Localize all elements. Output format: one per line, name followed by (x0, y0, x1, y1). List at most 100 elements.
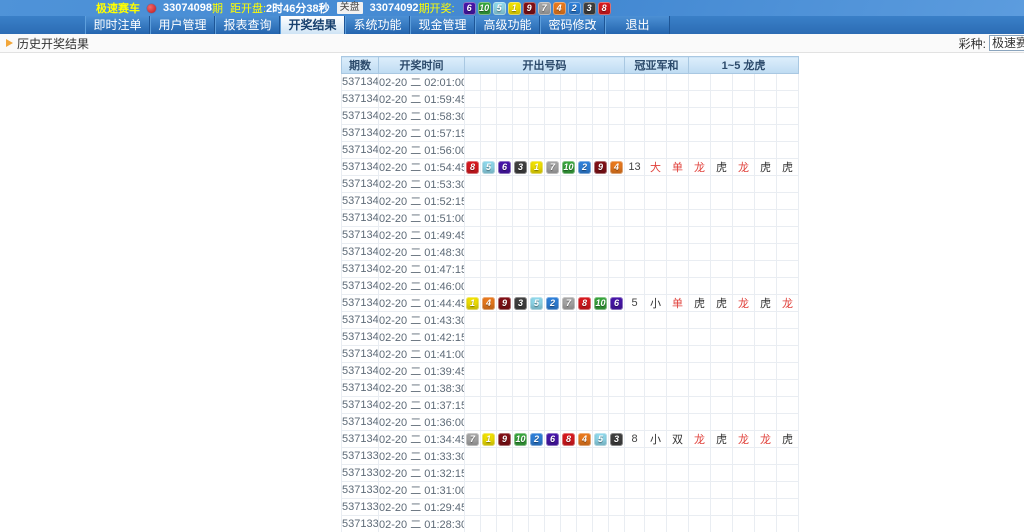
parity-cell (667, 465, 689, 482)
dragon-tiger-cell: 虎 (755, 295, 777, 312)
ball-cell (465, 363, 481, 380)
ball-cell (561, 465, 577, 482)
dragon-tiger-cell (733, 312, 755, 329)
dragon-tiger-cell (689, 261, 711, 278)
ball-cell: 8 (577, 295, 593, 312)
ball-cell (593, 125, 609, 142)
table-row: 5371341902-20 二 01:58:30 (342, 108, 799, 125)
nav-tab[interactable]: 高级功能 (475, 16, 540, 34)
lottery-type-select[interactable]: 极速赛车 (989, 35, 1024, 51)
ball-cell (513, 499, 529, 516)
ball-cell (545, 499, 561, 516)
parity-cell (667, 312, 689, 329)
table-row: 5371340502-20 二 01:41:00 (342, 346, 799, 363)
parity-cell: 单 (667, 295, 689, 312)
table-row: 5371340402-20 二 01:39:45 (342, 363, 799, 380)
table-row: 5371341702-20 二 01:56:00 (342, 142, 799, 159)
sum-cell (625, 244, 645, 261)
ball-cell (497, 380, 513, 397)
ball-cell (465, 193, 481, 210)
ball-cell (609, 193, 625, 210)
time-cell: 02-20 二 01:47:15 (379, 261, 465, 278)
ball-cell (577, 142, 593, 159)
ball-8: 8 (598, 2, 611, 15)
ball-cell (545, 278, 561, 295)
dragon-tiger-cell (711, 499, 733, 516)
nav-tab[interactable]: 退出 (605, 16, 670, 34)
nav-tab[interactable]: 密码修改 (540, 16, 605, 34)
ball-7: 7 (546, 161, 559, 174)
ball-cell (577, 414, 593, 431)
dragon-tiger-cell (733, 261, 755, 278)
dragon-tiger-cell (777, 74, 799, 91)
sum-cell (625, 261, 645, 278)
ball-6: 6 (610, 297, 623, 310)
ball-cell (561, 193, 577, 210)
dragon-tiger-cell (689, 414, 711, 431)
ball-cell (609, 176, 625, 193)
ball-cell (497, 210, 513, 227)
nav-tab[interactable]: 报表查询 (215, 16, 280, 34)
ball-cell (561, 210, 577, 227)
sum-cell (625, 329, 645, 346)
table-row: 5371341502-20 二 01:53:30 (342, 176, 799, 193)
ball-9: 9 (498, 297, 511, 310)
nav-tab[interactable]: 现金管理 (410, 16, 475, 34)
ball-cell (609, 346, 625, 363)
nav-tab[interactable]: 系统功能 (345, 16, 410, 34)
sum-cell (625, 125, 645, 142)
ball-cell (481, 227, 497, 244)
nav-tab[interactable]: 即时注单 (85, 16, 150, 34)
ball-cell (513, 244, 529, 261)
ball-cell (609, 91, 625, 108)
ball-cell (609, 227, 625, 244)
ball-2: 2 (546, 297, 559, 310)
ball-cell: 8 (561, 431, 577, 448)
dragon-tiger-cell (689, 278, 711, 295)
dragon-tiger-cell (689, 346, 711, 363)
dragon-tiger-cell (711, 312, 733, 329)
ball-5: 5 (594, 433, 607, 446)
sum-cell (625, 482, 645, 499)
ball-cell (593, 193, 609, 210)
ball-cell (481, 91, 497, 108)
ball-cell (529, 329, 545, 346)
ball-cell (481, 244, 497, 261)
period-cell: 53713413 (342, 210, 379, 227)
size-cell (645, 397, 667, 414)
ball-8: 8 (466, 161, 479, 174)
size-cell (645, 448, 667, 465)
size-cell (645, 210, 667, 227)
ball-cell (577, 261, 593, 278)
ball-cell (465, 261, 481, 278)
ball-cell (561, 125, 577, 142)
nav-tab[interactable]: 用户管理 (150, 16, 215, 34)
ball-cell (593, 380, 609, 397)
dragon-tiger-cell: 龙 (755, 431, 777, 448)
dragon-tiger-cell (777, 91, 799, 108)
header-sum: 冠亚军和 (625, 57, 689, 74)
ball-cell (513, 448, 529, 465)
ball-8: 8 (562, 433, 575, 446)
ball-cell (561, 278, 577, 295)
ball-cell (561, 363, 577, 380)
ball-cell (561, 380, 577, 397)
dragon-tiger-cell (733, 227, 755, 244)
ball-cell (481, 210, 497, 227)
breadcrumb-icon (6, 39, 13, 47)
time-cell: 02-20 二 01:48:30 (379, 244, 465, 261)
dragon-tiger-cell (711, 261, 733, 278)
ball-cell (561, 516, 577, 532)
parity-cell: 双 (667, 431, 689, 448)
dragon-tiger-cell: 龙 (733, 159, 755, 176)
parity-cell (667, 448, 689, 465)
ball-3: 3 (583, 2, 596, 15)
ball-1: 1 (466, 297, 479, 310)
ball-cell: 5 (481, 159, 497, 176)
ball-cell (545, 346, 561, 363)
sum-cell (625, 312, 645, 329)
ball-cell (513, 91, 529, 108)
nav-tab[interactable]: 开奖结果 (280, 16, 345, 34)
ball-8: 8 (578, 297, 591, 310)
size-cell: 小 (645, 295, 667, 312)
